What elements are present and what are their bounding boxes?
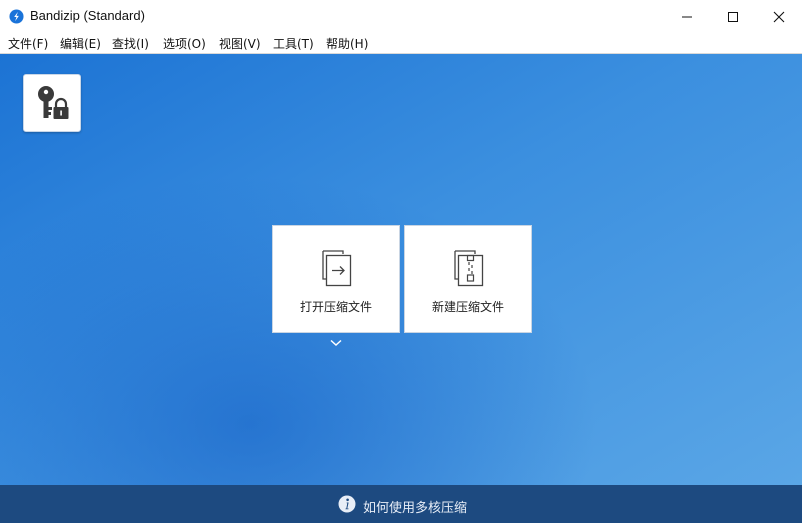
main-area: 打开压缩文件 新建压缩文件 <box>0 54 802 485</box>
open-archive-tile[interactable]: 打开压缩文件 <box>272 225 400 333</box>
close-button[interactable] <box>756 0 802 33</box>
chevron-down-icon[interactable] <box>330 339 342 347</box>
multicore-help-link[interactable]: 如何使用多核压缩 <box>363 497 467 516</box>
footer-bar: 如何使用多核压缩 <box>0 485 802 523</box>
new-archive-label: 新建压缩文件 <box>431 300 504 314</box>
key-lock-icon <box>38 86 69 119</box>
close-icon <box>773 11 785 22</box>
minimize-button[interactable] <box>664 0 710 33</box>
minimize-icon <box>682 16 692 17</box>
new-archive-tile[interactable]: 新建压缩文件 <box>404 225 532 333</box>
bandizip-app-icon <box>9 9 24 24</box>
menu-help[interactable]: 帮助(H) <box>326 35 368 52</box>
menu-edit[interactable]: 编辑(E) <box>60 35 101 52</box>
open-archive-icon <box>322 250 352 287</box>
open-archive-label: 打开压缩文件 <box>299 300 372 314</box>
menu-file[interactable]: 文件(F) <box>8 35 48 52</box>
window-title: Bandizip (Standard) <box>30 8 145 23</box>
password-manager-button[interactable] <box>23 74 81 132</box>
maximize-icon <box>728 11 738 22</box>
title-bar: Bandizip (Standard) <box>0 0 802 33</box>
menu-tools[interactable]: 工具(T) <box>273 35 314 52</box>
maximize-button[interactable] <box>710 0 756 33</box>
menu-view[interactable]: 视图(V) <box>219 35 261 52</box>
info-icon <box>338 495 356 513</box>
menu-options[interactable]: 选项(O) <box>163 35 206 52</box>
bandizip-window: Bandizip (Standard) 文件(F) 编辑(E) 查找(I) 选项… <box>0 0 802 523</box>
new-archive-icon <box>454 250 484 287</box>
menu-bar: 文件(F) 编辑(E) 查找(I) 选项(O) 视图(V) 工具(T) 帮助(H… <box>0 33 802 54</box>
menu-find[interactable]: 查找(I) <box>112 35 149 52</box>
